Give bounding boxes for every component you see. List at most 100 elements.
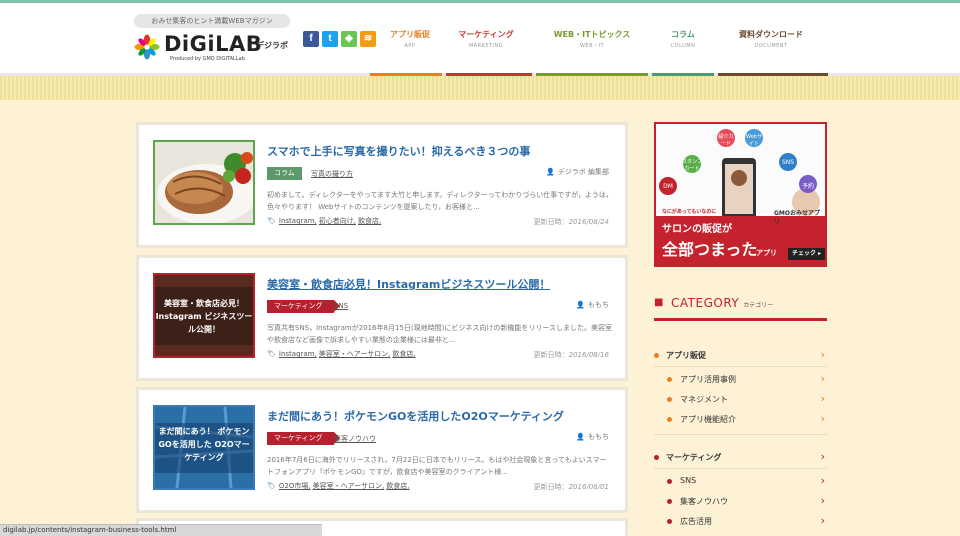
article-author: 👤 デジラボ 編集部	[546, 167, 609, 177]
tag-link[interactable]: 飲食店,	[386, 482, 409, 490]
category-app-promo[interactable]: アプリ販促 ›	[654, 348, 827, 366]
author-name: デジラボ 編集部	[557, 168, 609, 176]
category-label: マーケティング	[666, 453, 722, 462]
article-thumbnail[interactable]: 美容室・飲食店必見！ Instagram ビジネスツール公開！	[153, 273, 255, 358]
user-icon: 👤	[576, 433, 585, 441]
nav-label: マーケティング	[458, 30, 514, 39]
banner-icon-label: スタンプカード	[682, 159, 702, 172]
thumbnail-text: 美容室・飲食店必見！ Instagram ビジネスツール公開！	[155, 299, 253, 334]
bullet-icon	[667, 519, 672, 524]
tag-icon: 🏷	[267, 350, 276, 358]
author-name: ももち	[588, 433, 609, 441]
nav-web-it[interactable]: WEB・ITトピックス WEB・IT	[552, 29, 632, 51]
category-label: SNS	[680, 476, 697, 485]
bullet-icon	[667, 499, 672, 504]
date-label: 更新日時：	[533, 483, 569, 491]
logo-japanese: デジラボ	[256, 41, 288, 50]
subcategory-app-cases[interactable]: アプリ活用事例 ›	[654, 372, 827, 390]
tag-link[interactable]: 飲食店,	[392, 350, 415, 358]
nav-column[interactable]: コラム COLUMN	[643, 29, 723, 51]
article-excerpt: 初めまして。ディレクターをやってます大竹と申します。ディレクターってわかりづらい…	[267, 191, 613, 211]
bullet-icon	[667, 397, 672, 402]
nav-sublabel: DOCUMENT	[754, 43, 788, 49]
banner-icon-label: DM	[663, 183, 673, 190]
subcategory-management[interactable]: マネジメント ›	[654, 392, 827, 410]
subcategory-attraction[interactable]: 集客ノウハウ ›	[654, 494, 827, 512]
folder-icon: ■	[654, 297, 664, 308]
subcategory-link[interactable]: 写真の撮り方	[311, 169, 353, 179]
category-badge[interactable]: マーケティング	[267, 432, 341, 445]
feedly-icon[interactable]: ◆	[341, 31, 357, 47]
bullet-icon	[667, 479, 672, 484]
chevron-right-icon: ›	[820, 514, 825, 527]
banner-icon-label: 予約	[801, 183, 814, 190]
nav-sublabel: APP	[404, 43, 416, 49]
category-marketing[interactable]: マーケティング ›	[654, 450, 827, 468]
article-thumbnail[interactable]: まだ間にあう！ ポケモンGOを活用した O2Oマーケティング	[153, 405, 255, 490]
subcategory-app-features[interactable]: アプリ機能紹介 ›	[654, 412, 827, 430]
banner-brand: GMOおみせアプリ	[774, 210, 820, 226]
article-thumbnail[interactable]	[153, 140, 255, 225]
nav-marketing[interactable]: マーケティング MARKETING	[446, 29, 526, 51]
flower-logo-icon	[134, 34, 160, 60]
article-card[interactable]: まだ間にあう！ ポケモンGOを活用した O2Oマーケティング まだ間にあう！ポケ…	[136, 387, 628, 513]
subcategory-sns[interactable]: SNS ›	[654, 474, 827, 492]
subcategory-ads[interactable]: 広告活用 ›	[654, 514, 827, 532]
tag-link[interactable]: Instagram,	[279, 350, 317, 358]
article-tags: 🏷 Instagram, 美容室・ヘアーサロン, 飲食店,	[267, 349, 418, 359]
tag-link[interactable]: 美容室・ヘアーサロン,	[313, 482, 385, 490]
app-promo-banner[interactable]: 紹介カード Webサイト スタンプカード SNS DM 予約 なにがあってもいな…	[654, 122, 827, 267]
category-divider	[654, 468, 827, 469]
bullet-icon	[667, 377, 672, 382]
facebook-icon[interactable]: f	[303, 31, 319, 47]
article-card[interactable]: 美容室・飲食店必見！ Instagram ビジネスツール公開！ 美容室・飲食店必…	[136, 255, 628, 381]
category-label: アプリ販促	[666, 351, 706, 360]
date-value: 2016/08/24	[568, 218, 609, 226]
site-logo[interactable]: DiGiLAB デジラボ Produced by GMO DIGITALLab	[134, 31, 294, 65]
chevron-right-icon: ›	[820, 372, 825, 385]
article-excerpt: 2016年7月6日に海外でリリースされ，7月22日に日本でもリリース。もはや社会…	[267, 456, 607, 476]
article-title[interactable]: 美容室・飲食店必見！Instagramビジネスツール公開！	[267, 276, 550, 292]
category-badge[interactable]: コラム	[267, 167, 302, 180]
article-title[interactable]: スマホで上手に写真を撮りたい！抑えるべき３つの事	[267, 143, 530, 159]
chevron-right-icon: ›	[820, 450, 825, 463]
tag-link[interactable]: 初心者向け,	[319, 217, 356, 225]
nav-sublabel: COLUMN	[670, 43, 696, 49]
article-excerpt: 写真共有SNS，Instagramが2016年8月15日(現地時間)にビジネス向…	[267, 324, 613, 344]
category-label: アプリ活用事例	[680, 375, 736, 384]
nav-label: アプリ販促	[390, 30, 430, 39]
subcategory-link[interactable]: 集客ノウハウ	[334, 434, 376, 444]
browser-status-bar: digilab.jp/contents/instagram-business-t…	[0, 524, 322, 536]
banner-check-button[interactable]: チェック ▸	[788, 248, 825, 260]
category-divider	[654, 366, 827, 367]
site-tagline: おみせ集客のヒント満載WEBマガジン	[134, 14, 290, 28]
tag-link[interactable]: Instagram,	[279, 217, 317, 225]
nav-sublabel: MARKETING	[468, 43, 504, 49]
article-title[interactable]: まだ間にあう！ポケモンGOを活用したO2Oマーケティング	[267, 408, 564, 424]
date-value: 2016/08/16	[568, 351, 609, 359]
subcategory-link[interactable]: SNS	[334, 302, 348, 310]
nav-app[interactable]: アプリ販促 APP	[370, 29, 450, 51]
nav-document[interactable]: 資料ダウンロード DOCUMENT	[731, 29, 811, 51]
article-author: 👤 ももち	[576, 432, 609, 442]
thumbnail-text: まだ間にあう！ ポケモンGOを活用した O2Oマーケティング	[158, 427, 250, 462]
tag-link[interactable]: 飲食店,	[358, 217, 381, 225]
bullet-icon	[654, 353, 659, 358]
tag-link[interactable]: O2O市場,	[279, 482, 311, 490]
chevron-right-icon: ›	[820, 348, 825, 361]
category-badge[interactable]: マーケティング	[267, 300, 341, 313]
category-divider	[654, 434, 827, 435]
category-title-jp: カテゴリー	[743, 302, 774, 309]
banner-headline-big: 全部つまった	[662, 240, 758, 259]
twitter-icon[interactable]: t	[322, 31, 338, 47]
nav-label: 資料ダウンロード	[739, 30, 803, 39]
article-date: 更新日時：2016/08/24	[534, 217, 609, 227]
tag-link[interactable]: 美容室・ヘアーサロン,	[319, 350, 391, 358]
category-label: アプリ機能紹介	[680, 415, 736, 424]
article-card[interactable]: スマホで上手に写真を撮りたい！抑えるべき３つの事 コラム 写真の撮り方 👤 デジラ…	[136, 122, 628, 248]
global-nav: アプリ販促 APP マーケティング MARKETING WEB・ITトピックス …	[370, 29, 810, 59]
chevron-right-icon: ›	[820, 392, 825, 405]
article-tags: 🏷 O2O市場, 美容室・ヘアーサロン, 飲食店,	[267, 481, 412, 491]
category-title: CATEGORY カテゴリー	[671, 296, 773, 310]
category-label: 広告活用	[680, 517, 712, 526]
